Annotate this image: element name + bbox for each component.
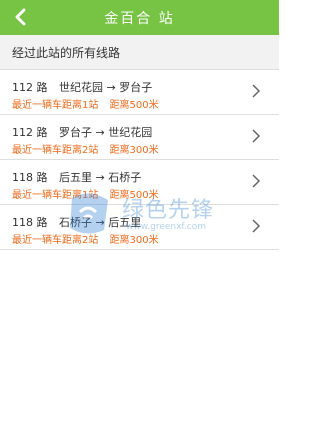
route-line: 118 路 后五里 → 石桥子 xyxy=(12,169,141,185)
route-line: 112 路 世纪花园 → 罗台子 xyxy=(12,79,152,95)
arrival-info: 最近一辆车距离1站 距离500米 xyxy=(12,96,159,111)
chevron-left-icon xyxy=(15,8,26,26)
section-header: 经过此站的所有线路 xyxy=(0,35,279,70)
route-row[interactable]: 118 路 后五里 → 石桥子 最近一辆车距离1站 距离500米 xyxy=(0,160,279,205)
section-title: 经过此站的所有线路 xyxy=(12,45,121,60)
route-row[interactable]: 118 路 石桥子 → 后五里 最近一辆车距离2站 距离300米 xyxy=(0,205,279,250)
route-number: 118 路 xyxy=(12,171,48,184)
route-from: 后五里 xyxy=(59,171,92,184)
arrival-info: 最近一辆车距离2站 距离300米 xyxy=(12,231,159,246)
route-row[interactable]: 112 路 世纪花园 → 罗台子 最近一辆车距离1站 距离500米 xyxy=(0,70,279,115)
nearest-bus: 最近一辆车距离1站 xyxy=(12,190,99,201)
arrival-info: 最近一辆车距离1站 距离500米 xyxy=(12,186,159,201)
nearest-bus: 最近一辆车距离2站 xyxy=(12,235,99,246)
route-from: 罗台子 xyxy=(59,126,92,139)
back-button[interactable] xyxy=(10,6,32,28)
nearest-bus: 最近一辆车距离2站 xyxy=(12,145,99,156)
route-from: 世纪花园 xyxy=(59,81,103,94)
chevron-right-icon xyxy=(252,174,261,188)
chevron-right-icon xyxy=(252,84,261,98)
route-line: 118 路 石桥子 → 后五里 xyxy=(12,214,141,230)
arrival-info: 最近一辆车距离2站 距离300米 xyxy=(12,141,159,156)
route-arrow: → xyxy=(95,171,105,184)
bus-distance: 距离500米 xyxy=(109,100,159,111)
route-to: 后五里 xyxy=(108,216,142,229)
route-number: 112 路 xyxy=(12,81,48,94)
route-arrow: → xyxy=(95,216,105,229)
chevron-right-icon xyxy=(252,219,261,233)
top-bar: 金百合 站 xyxy=(0,0,279,35)
chevron-right-icon xyxy=(252,129,261,143)
bus-distance: 距离500米 xyxy=(109,190,159,201)
bus-distance: 距离300米 xyxy=(109,145,159,156)
route-number: 118 路 xyxy=(12,216,48,229)
route-from: 石桥子 xyxy=(59,216,92,229)
nearest-bus: 最近一辆车距离1站 xyxy=(12,100,99,111)
route-row[interactable]: 112 路 罗台子 → 世纪花园 最近一辆车距离2站 距离300米 xyxy=(0,115,279,160)
route-to: 罗台子 xyxy=(119,81,153,94)
route-to: 世纪花园 xyxy=(108,126,153,139)
route-arrow: → xyxy=(106,81,116,94)
bus-distance: 距离300米 xyxy=(109,235,159,246)
route-to: 石桥子 xyxy=(108,171,142,184)
route-line: 112 路 罗台子 → 世纪花园 xyxy=(12,124,152,140)
route-list: 112 路 世纪花园 → 罗台子 最近一辆车距离1站 距离500米 112 路 … xyxy=(0,70,279,250)
page-title: 金百合 站 xyxy=(104,10,175,27)
route-arrow: → xyxy=(95,126,105,139)
route-number: 112 路 xyxy=(12,126,48,139)
